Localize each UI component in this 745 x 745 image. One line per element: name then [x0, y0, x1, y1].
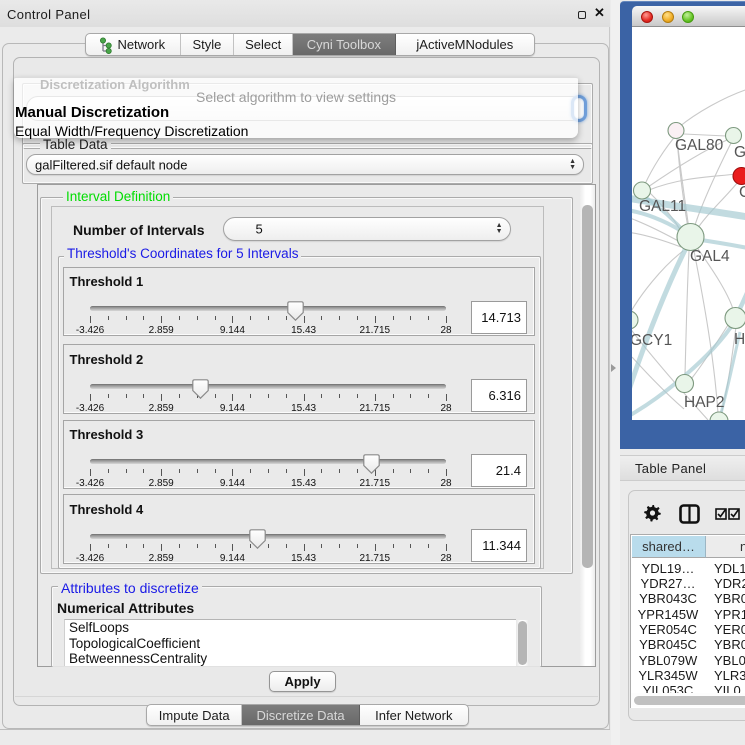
svg-text:GAL4: GAL4 — [690, 248, 730, 265]
svg-text:G: G — [734, 144, 745, 161]
svg-text:HAP2: HAP2 — [684, 394, 725, 411]
svg-text:GCY1: GCY1 — [632, 332, 672, 349]
svg-text:GAL80: GAL80 — [675, 137, 724, 154]
svg-text:H: H — [734, 331, 745, 348]
svg-text:C: C — [739, 184, 745, 201]
svg-text:GAL11: GAL11 — [639, 198, 686, 215]
